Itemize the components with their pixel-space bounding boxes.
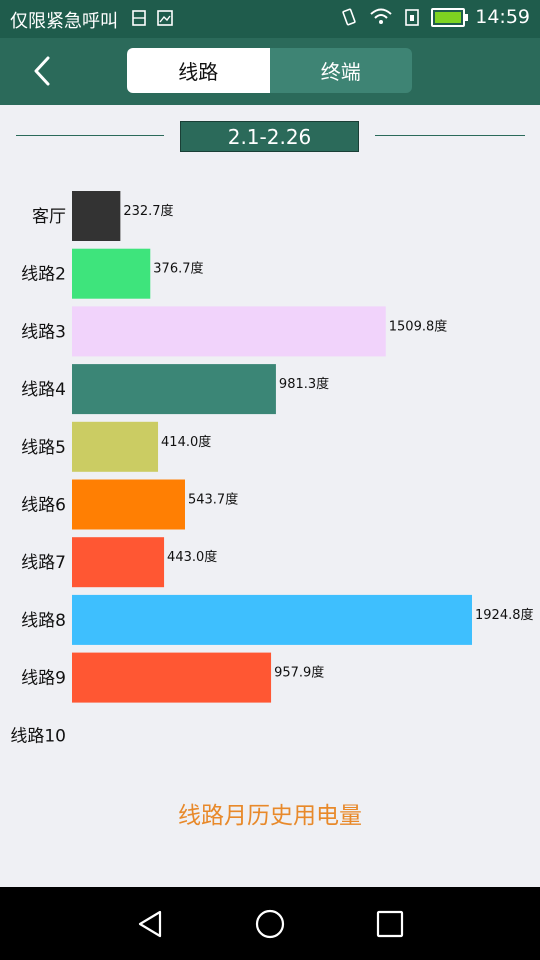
category-label: 线路3 — [21, 322, 66, 342]
bar-value-label: 376.7度 — [153, 261, 203, 277]
home-circle-icon[interactable] — [253, 907, 287, 941]
bar-value-label: 232.7度 — [123, 203, 173, 219]
usage-bar-chart: 客厅 232.7度线路2 376.7度线路3 1509.8度线路4 981.3度线路5 4… — [10, 191, 534, 746]
bar-value-label: 443.0度 — [167, 549, 217, 565]
category-label: 线路10 — [10, 726, 66, 746]
bar — [72, 594, 472, 645]
divider-left — [16, 135, 164, 136]
bar — [72, 652, 272, 703]
back-triangle-icon[interactable] — [134, 907, 168, 941]
category-label: 线路7 — [21, 553, 66, 573]
date-range-selector[interactable]: 2.1-2.26 — [180, 121, 359, 152]
category-label: 线路9 — [21, 669, 66, 689]
tab-terminals[interactable]: 终端 — [269, 48, 412, 93]
bar-value-label: 1509.8度 — [389, 318, 448, 334]
wifi-icon — [370, 8, 392, 24]
category-label: 线路4 — [21, 380, 66, 400]
bar — [72, 248, 151, 299]
bar-value-label: 981.3度 — [279, 376, 329, 392]
bar-value-label: 414.0度 — [161, 434, 211, 450]
category-label: 线路5 — [21, 438, 66, 458]
navigation-bar — [0, 887, 540, 960]
recents-square-icon[interactable] — [373, 907, 407, 941]
tab-switcher: 线路 终端 — [127, 48, 412, 93]
category-label: 线路2 — [21, 265, 66, 285]
back-arrow-icon[interactable] — [28, 54, 62, 88]
sim-card-icon — [132, 10, 146, 26]
status-time: 14:59 — [475, 6, 530, 28]
sim-status-icon — [405, 9, 420, 26]
bar-value-label: 957.9度 — [274, 665, 324, 681]
bar — [72, 364, 276, 415]
bar-value-label: 1924.8度 — [475, 607, 534, 623]
category-label: 线路8 — [21, 611, 66, 631]
chart-title: 线路月历史用电量 — [178, 803, 362, 829]
tab-lines[interactable]: 线路 — [127, 48, 270, 93]
divider-right — [375, 135, 525, 136]
battery-icon — [431, 7, 469, 27]
status-notification: 仅限紧急呼叫 — [10, 11, 118, 32]
image-icon — [157, 10, 173, 26]
bar-value-label: 543.7度 — [188, 492, 238, 508]
category-label: 客厅 — [32, 207, 66, 227]
bar — [72, 306, 386, 357]
vibrate-icon — [342, 8, 356, 26]
bar — [72, 421, 159, 472]
bar — [72, 479, 185, 530]
bar — [72, 191, 121, 241]
app-header: 线路 终端 — [0, 38, 540, 105]
category-label: 线路6 — [21, 496, 66, 516]
bar — [72, 537, 165, 588]
status-bar: 仅限紧急呼叫 14:59 — [0, 0, 540, 38]
